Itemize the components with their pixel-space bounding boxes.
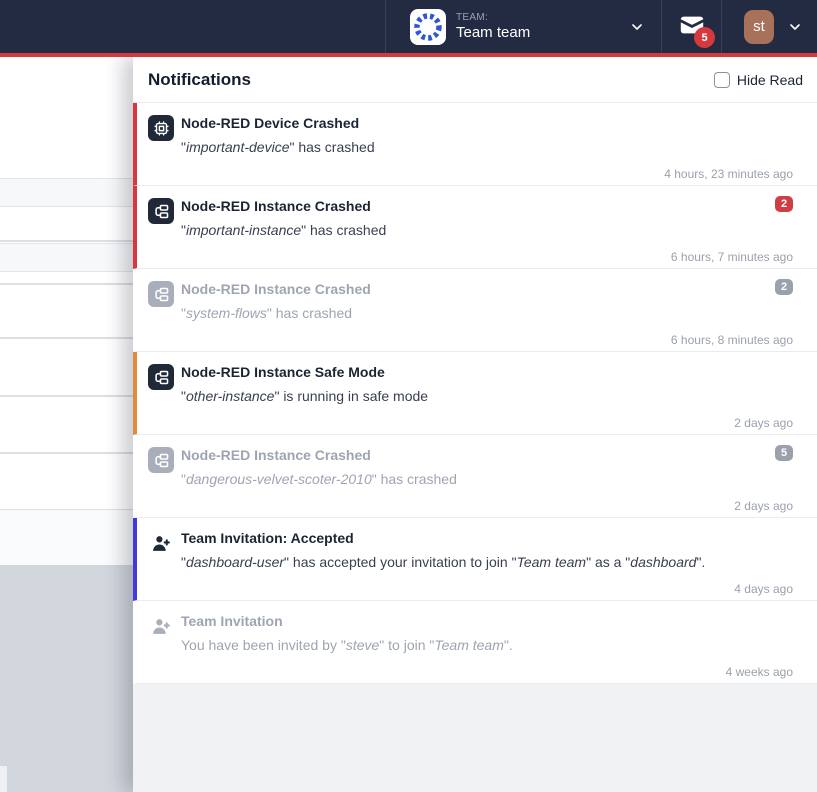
divider [0, 452, 133, 454]
notification-item[interactable]: Team Invitation: Accepted "dashboard-user… [133, 518, 817, 601]
notification-title: Node-RED Instance Crashed [181, 197, 793, 215]
notification-message: "other-instance" is running in safe mode [181, 387, 793, 405]
chevron-down-icon [787, 19, 803, 35]
background-table-row [0, 178, 133, 207]
app: TEAM: Team team 5 st [0, 0, 817, 792]
notification-message: "dashboard-user" has accepted your invit… [181, 553, 793, 571]
notification-item[interactable]: Node-RED Instance Safe Mode "other-instan… [133, 352, 817, 435]
panel-title: Notifications [148, 70, 251, 90]
header-accent-line [0, 53, 817, 57]
background-page [0, 57, 133, 792]
notification-title: Team Invitation [181, 612, 793, 630]
notification-title: Node-RED Device Crashed [181, 114, 793, 132]
team-switcher[interactable]: TEAM: Team team [385, 0, 662, 53]
notification-timestamp: 6 hours, 8 minutes ago [181, 333, 793, 348]
notification-title: Node-RED Instance Crashed [181, 280, 793, 298]
notification-timestamp: 4 weeks ago [181, 665, 793, 680]
hide-read-label: Hide Read [737, 72, 803, 88]
background-table-row [0, 243, 133, 272]
team-name: Team team [456, 24, 530, 42]
background-corner-strip [0, 766, 7, 792]
notification-timestamp: 2 days ago [181, 499, 793, 514]
notification-message: You have been invited by "steve" to join… [181, 636, 793, 654]
team-label: TEAM: [456, 11, 488, 24]
notification-count-badge: 2 [775, 196, 793, 212]
notification-title: Node-RED Instance Crashed [181, 446, 793, 464]
user-menu[interactable]: st [722, 0, 817, 53]
notification-list: Node-RED Device Crashed "important-device… [133, 103, 817, 792]
notifications-panel-header: Notifications Hide Read [133, 57, 817, 103]
notification-title: Node-RED Instance Safe Mode [181, 363, 793, 381]
notification-count-badge: 2 [775, 279, 793, 295]
user-plus-icon [148, 530, 174, 556]
avatar: st [744, 10, 774, 44]
user-plus-icon [148, 613, 174, 639]
notification-item[interactable]: Node-RED Instance Crashed "important-inst… [133, 186, 817, 269]
background-table-row [0, 510, 133, 565]
notification-timestamp: 4 days ago [181, 582, 793, 597]
notification-message: "important-instance" has crashed [181, 221, 793, 239]
notification-timestamp: 6 hours, 7 minutes ago [181, 250, 793, 265]
hide-read-toggle[interactable]: Hide Read [714, 72, 803, 88]
chip-icon [148, 115, 174, 141]
background-footer-area [0, 565, 133, 792]
notification-title: Team Invitation: Accepted [181, 529, 793, 547]
notification-timestamp: 2 days ago [181, 416, 793, 431]
notification-message: "important-device" has crashed [181, 138, 793, 156]
notification-item[interactable]: Node-RED Device Crashed "important-device… [133, 103, 817, 186]
notification-item[interactable]: Node-RED Instance Crashed "system-flows" … [133, 269, 817, 352]
notification-count-badge: 5 [775, 445, 793, 461]
divider [0, 283, 133, 285]
notifications-panel: Notifications Hide Read Node-RED Device … [133, 57, 817, 792]
team-avatar-icon [410, 9, 446, 45]
instance-icon [148, 198, 174, 224]
notifications-button[interactable]: 5 [662, 0, 722, 53]
instance-icon [148, 281, 174, 307]
instance-icon [148, 364, 174, 390]
divider [0, 395, 133, 397]
mail-badge: 5 [694, 27, 715, 48]
notification-message: "dangerous-velvet-scoter-2010" has crash… [181, 470, 793, 488]
divider [0, 240, 133, 242]
notification-message: "system-flows" has crashed [181, 304, 793, 322]
top-navbar: TEAM: Team team 5 st [0, 0, 817, 53]
hide-read-checkbox[interactable] [714, 72, 730, 88]
notification-item[interactable]: Node-RED Instance Crashed "dangerous-velv… [133, 435, 817, 518]
instance-icon [148, 447, 174, 473]
chevron-down-icon [629, 19, 645, 35]
notification-item[interactable]: Team Invitation You have been invited by … [133, 601, 817, 684]
divider [0, 337, 133, 339]
notification-timestamp: 4 hours, 23 minutes ago [181, 167, 793, 182]
